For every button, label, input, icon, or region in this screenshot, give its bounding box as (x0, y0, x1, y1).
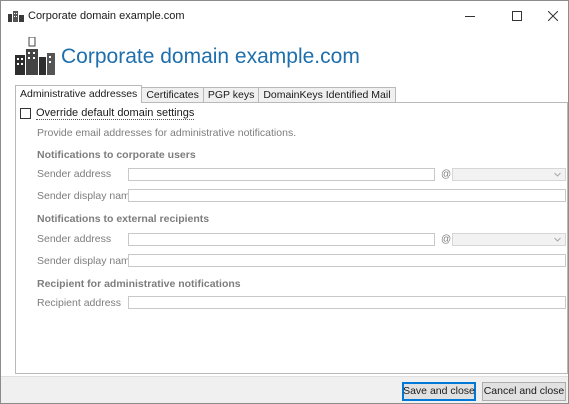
dialog-window: Corporate domain example.com Corporate d… (0, 0, 569, 404)
corporate-at-symbol: @ (441, 169, 452, 180)
chevron-down-icon (554, 237, 561, 242)
chevron-down-icon (554, 172, 561, 177)
page-title: Corporate domain example.com (61, 45, 360, 68)
domain-building-icon (8, 11, 24, 22)
section-heading-external: Notifications to external recipients (37, 213, 210, 225)
minimize-icon (465, 16, 475, 17)
tab-certificates[interactable]: Certificates (141, 87, 204, 103)
save-and-close-button[interactable]: Save and close (402, 382, 476, 401)
cancel-and-close-button[interactable]: Cancel and close (482, 382, 566, 401)
external-at-symbol: @ (441, 234, 452, 245)
corporate-sender-address-label: Sender address (37, 168, 112, 180)
corporate-display-name-label: Sender display name (37, 190, 136, 202)
override-setting[interactable]: Override default domain settings (20, 107, 195, 120)
description-text: Provide email addresses for administrati… (37, 127, 297, 139)
external-display-name-label: Sender display name (37, 255, 136, 267)
section-heading-admin: Recipient for administrative notificatio… (37, 278, 241, 290)
minimize-button[interactable] (448, 1, 492, 31)
tab-pgp-keys[interactable]: PGP keys (202, 87, 260, 103)
override-checkbox[interactable] (20, 108, 31, 119)
override-label[interactable]: Override default domain settings (36, 107, 195, 120)
corporate-display-name-input[interactable] (128, 189, 566, 202)
title-bar: Corporate domain example.com (1, 1, 568, 31)
window-title: Corporate domain example.com (28, 10, 185, 22)
tab-administrative-addresses[interactable]: Administrative addresses (15, 85, 143, 103)
external-sender-address-label: Sender address (37, 233, 112, 245)
tab-dkim[interactable]: DomainKeys Identified Mail (258, 87, 396, 103)
domain-building-icon (15, 37, 55, 75)
corporate-domain-select[interactable] (452, 168, 566, 181)
external-domain-select[interactable] (452, 233, 566, 246)
maximize-button[interactable] (495, 1, 539, 31)
section-heading-corporate: Notifications to corporate users (37, 149, 196, 161)
close-icon (548, 11, 558, 21)
tab-strip: Administrative addresses Certificates PG… (15, 85, 396, 103)
external-sender-address-input[interactable] (128, 233, 435, 246)
close-button[interactable] (538, 1, 568, 31)
tab-panel-administrative-addresses: Override default domain settings Provide… (15, 102, 568, 374)
maximize-icon (512, 11, 522, 21)
recipient-address-input[interactable] (128, 296, 566, 309)
recipient-address-label: Recipient address (37, 297, 122, 309)
dialog-footer: Save and close Cancel and close (1, 376, 568, 403)
corporate-sender-address-input[interactable] (128, 168, 435, 181)
external-display-name-input[interactable] (128, 254, 566, 267)
